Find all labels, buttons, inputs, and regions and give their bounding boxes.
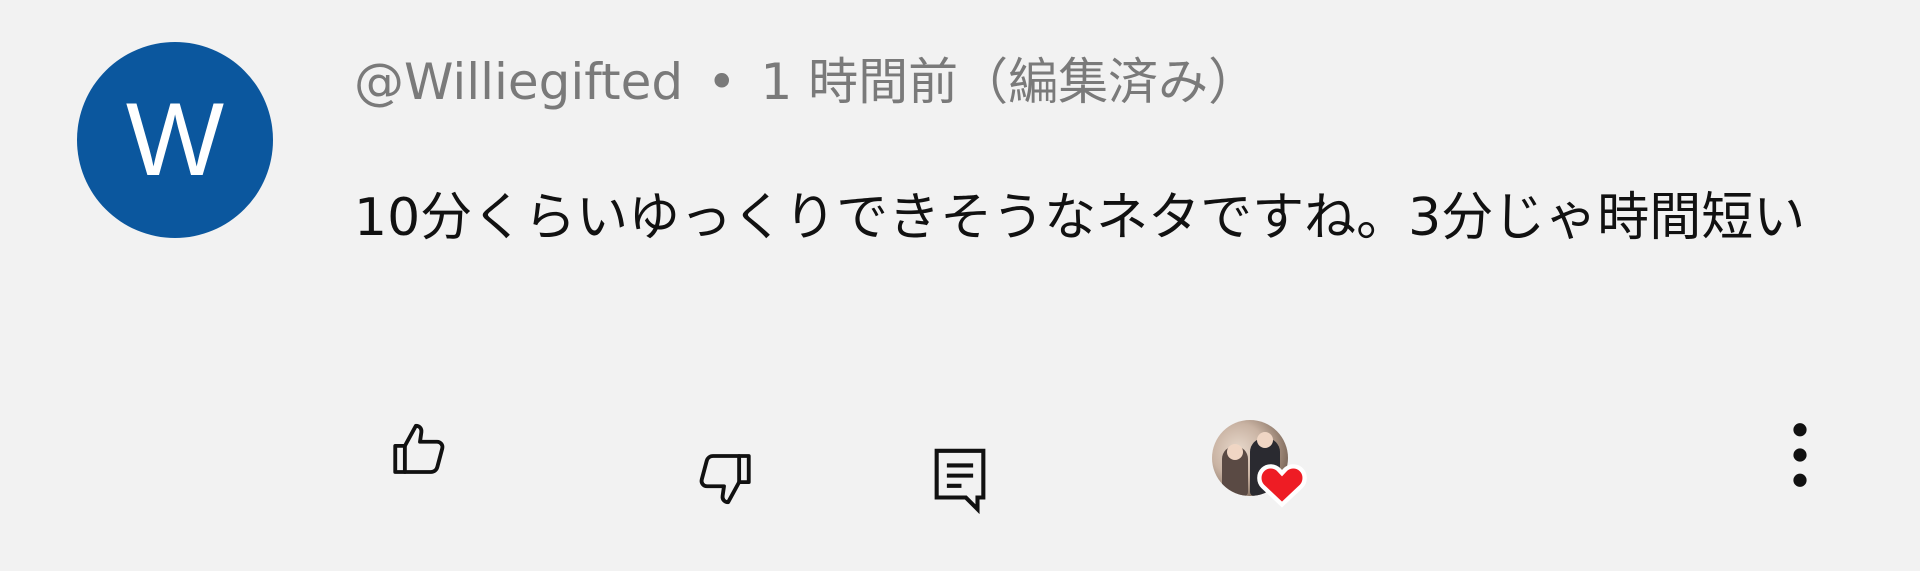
more-vertical-icon: [1793, 423, 1807, 487]
thumbs-down-icon: [699, 454, 751, 505]
avatar[interactable]: W: [77, 42, 273, 238]
comment-actions: [0, 410, 1920, 520]
like-button[interactable]: [380, 410, 460, 490]
heart-icon: [1257, 464, 1307, 508]
author-name[interactable]: @Williegifted: [354, 53, 683, 111]
comment-header: @Williegifted • 1 時間前（編集済み）: [354, 50, 1258, 114]
creator-heart-badge: [1212, 420, 1312, 520]
dislike-button[interactable]: [684, 438, 764, 518]
thumbs-up-icon: [393, 423, 445, 474]
avatar-letter: W: [125, 82, 225, 198]
reply-icon: [934, 448, 986, 515]
comment-text: 10分くらいゆっくりできそうなネタですね。3分じゃ時間短い: [354, 188, 1806, 248]
meta-separator: •: [707, 53, 737, 111]
comment-time: 1 時間前（編集済み）: [760, 53, 1259, 111]
more-options-button[interactable]: [1770, 410, 1830, 500]
reply-button[interactable]: [920, 435, 1000, 525]
comment-item: W @Williegifted • 1 時間前（編集済み） 10分くらいゆっくり…: [0, 0, 1920, 571]
